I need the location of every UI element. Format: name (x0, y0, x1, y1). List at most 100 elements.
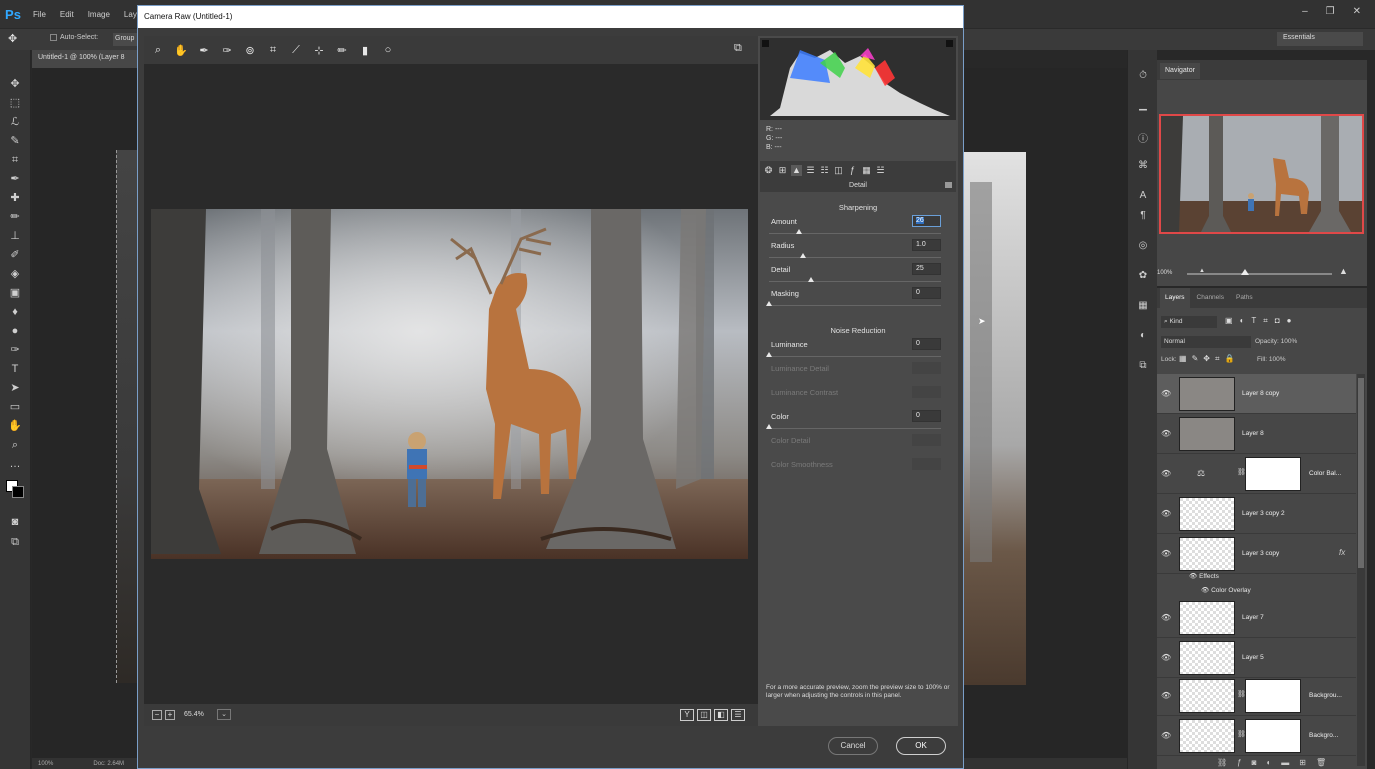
layer-row[interactable]: 👁 Layer 8 copy (1157, 374, 1356, 414)
lock-all-icon[interactable]: 🔒 (1224, 354, 1234, 364)
brush-icon[interactable]: ✏ (5, 209, 25, 225)
detail-tab-icon[interactable]: ▲ (791, 164, 802, 176)
masking-thumb[interactable] (766, 301, 772, 306)
layer-row[interactable]: 👁 Layer 7 (1157, 598, 1356, 638)
radius-slider[interactable]: Radius 1.0 (768, 239, 943, 263)
luminance-thumb[interactable] (766, 352, 772, 357)
dodge-icon[interactable]: ● (5, 323, 25, 339)
paragraph-icon[interactable]: ¶ (1136, 210, 1150, 224)
layer-row[interactable]: 👁 Layer 3 copy 2 (1157, 494, 1356, 534)
radius-value[interactable]: 1.0 (912, 239, 941, 251)
amount-thumb[interactable] (796, 229, 802, 234)
layer-row[interactable]: 👁 ⛓ Backgro... (1157, 716, 1356, 756)
layer-row[interactable]: 👁 Layer 5 (1157, 638, 1356, 678)
toggle-settings-icon[interactable]: ☰ (731, 709, 745, 721)
luminance-slider[interactable]: Luminance 0 (766, 338, 943, 362)
layer-row[interactable]: 👁 Layer 8 (1157, 414, 1356, 454)
pen-icon[interactable]: ✑ (5, 342, 25, 358)
swatches-icon[interactable]: ▦ (1136, 300, 1150, 314)
zoom-out-button[interactable]: − (152, 710, 162, 720)
color-thumb[interactable] (766, 424, 772, 429)
layer-row[interactable]: 👁 ⛓ Backgrou... (1157, 676, 1356, 716)
copy-settings-icon[interactable]: ◧ (714, 709, 728, 721)
swap-icon[interactable]: ◫ (697, 709, 711, 721)
styles-icon[interactable]: ◐ (1136, 330, 1150, 344)
layer-row[interactable]: 👁 ⚖ ⛓ Color Bal... (1157, 454, 1356, 494)
straighten-icon[interactable]: ⟋ (289, 44, 303, 57)
lock-pixels-icon[interactable]: ✎ (1192, 354, 1199, 364)
targeted-adjust-icon[interactable]: ⊚ (243, 44, 257, 57)
move-tool-icon[interactable]: ✥ (8, 32, 17, 45)
visibility-eye-icon[interactable]: 👁 (1161, 549, 1171, 558)
split-toning-tab-icon[interactable]: ☷ (819, 165, 830, 176)
add-style-icon[interactable]: ƒ (1237, 758, 1241, 767)
color-value[interactable]: 0 (912, 410, 941, 422)
quick-mask-icon[interactable]: ◙ (5, 514, 25, 530)
lasso-icon[interactable]: ℒ (5, 114, 25, 130)
brush-presets-icon[interactable]: ⌘ (1136, 160, 1150, 174)
libraries-icon[interactable]: ◎ (1136, 240, 1150, 254)
white-balance-icon[interactable]: ✒ (197, 44, 211, 57)
kind-filter[interactable]: ⌕ Kind (1161, 316, 1217, 328)
path-select-icon[interactable]: ➤ (5, 380, 25, 396)
radius-thumb[interactable] (800, 253, 806, 258)
color-slider[interactable]: Color 0 (766, 410, 943, 434)
new-adjustment-icon[interactable]: ◐ (1266, 758, 1271, 767)
fullscreen-icon[interactable]: ⧉ (734, 42, 742, 55)
eraser-icon[interactable]: ◈ (5, 266, 25, 282)
masking-slider[interactable]: Masking 0 (766, 287, 943, 311)
marquee-icon[interactable]: ⬚ (5, 95, 25, 111)
blur-icon[interactable]: ♦ (5, 304, 25, 320)
shape-filter-icon[interactable]: ⌗ (1263, 316, 1268, 326)
graduated-filter-icon[interactable]: ▮ (358, 44, 372, 57)
move-icon[interactable]: ✥ (5, 76, 25, 92)
tone-curve-tab-icon[interactable]: ⊞ (777, 165, 788, 176)
lens-tab-icon[interactable]: ◫ (833, 165, 844, 176)
visibility-eye-icon[interactable]: 👁 (1161, 731, 1171, 740)
visibility-eye-icon[interactable]: 👁 (1161, 691, 1171, 700)
navigator-thumbnail[interactable] (1159, 114, 1364, 234)
visibility-eye-icon[interactable]: 👁 (1161, 509, 1171, 518)
character-icon[interactable]: A (1136, 190, 1150, 204)
detail-slider[interactable]: Detail 25 (768, 263, 943, 287)
minimize-icon[interactable]: – (1302, 6, 1308, 17)
new-group-icon[interactable]: ▬ (1281, 758, 1289, 767)
lock-transparency-icon[interactable]: ▦ (1179, 354, 1187, 364)
tab-navigator[interactable]: Navigator (1160, 63, 1200, 79)
filter-toggle-icon[interactable]: ● (1287, 316, 1292, 326)
pixel-filter-icon[interactable]: ▣ (1225, 316, 1233, 326)
properties-icon[interactable]: ⧉ (1136, 360, 1150, 374)
fx-icon[interactable]: fx (1339, 548, 1345, 557)
hand-icon[interactable]: ✋ (5, 418, 25, 434)
tab-channels[interactable]: Channels (1192, 288, 1229, 308)
visibility-eye-icon[interactable]: 👁 (1161, 469, 1171, 478)
info-icon[interactable]: ⓘ (1136, 130, 1150, 145)
visibility-eye-icon[interactable]: 👁 (1161, 613, 1171, 622)
radial-filter-icon[interactable]: ○ (381, 44, 395, 56)
screen-mode-icon[interactable]: ⧉ (5, 534, 25, 550)
crop-icon[interactable]: ⌗ (5, 152, 25, 168)
gradient-icon[interactable]: ▣ (5, 285, 25, 301)
detail-value[interactable]: 25 (912, 263, 941, 275)
adjustment-brush-icon[interactable]: ✏ (335, 44, 349, 57)
fx-tab-icon[interactable]: ƒ (847, 165, 858, 176)
menu-image[interactable]: Image (81, 10, 117, 19)
crop-tool-icon[interactable]: ⌗ (266, 44, 280, 57)
close-icon[interactable]: ✕ (1353, 6, 1361, 17)
smart-object-filter-icon[interactable]: ◘ (1275, 316, 1280, 326)
cancel-button[interactable]: Cancel (828, 737, 878, 755)
lock-artboard-icon[interactable]: ⌗ (1215, 354, 1220, 364)
tab-layers[interactable]: Layers (1160, 288, 1190, 308)
menu-file[interactable]: File (26, 10, 53, 19)
eyedropper-icon[interactable]: ✒ (5, 171, 25, 187)
luminance-value[interactable]: 0 (912, 338, 941, 350)
more-tools-icon[interactable]: … (5, 456, 25, 472)
stamp-icon[interactable]: ⊥ (5, 228, 25, 244)
detail-thumb[interactable] (808, 277, 814, 282)
calibration-tab-icon[interactable]: ▦ (861, 165, 872, 176)
quick-select-icon[interactable]: ✎ (5, 133, 25, 149)
spot-removal-icon[interactable]: ⊹ (312, 44, 326, 57)
opacity-field[interactable]: Opacity: 100% (1255, 338, 1297, 345)
color-sampler-icon[interactable]: ✑ (220, 44, 234, 57)
type-filter-icon[interactable]: T (1251, 316, 1256, 326)
